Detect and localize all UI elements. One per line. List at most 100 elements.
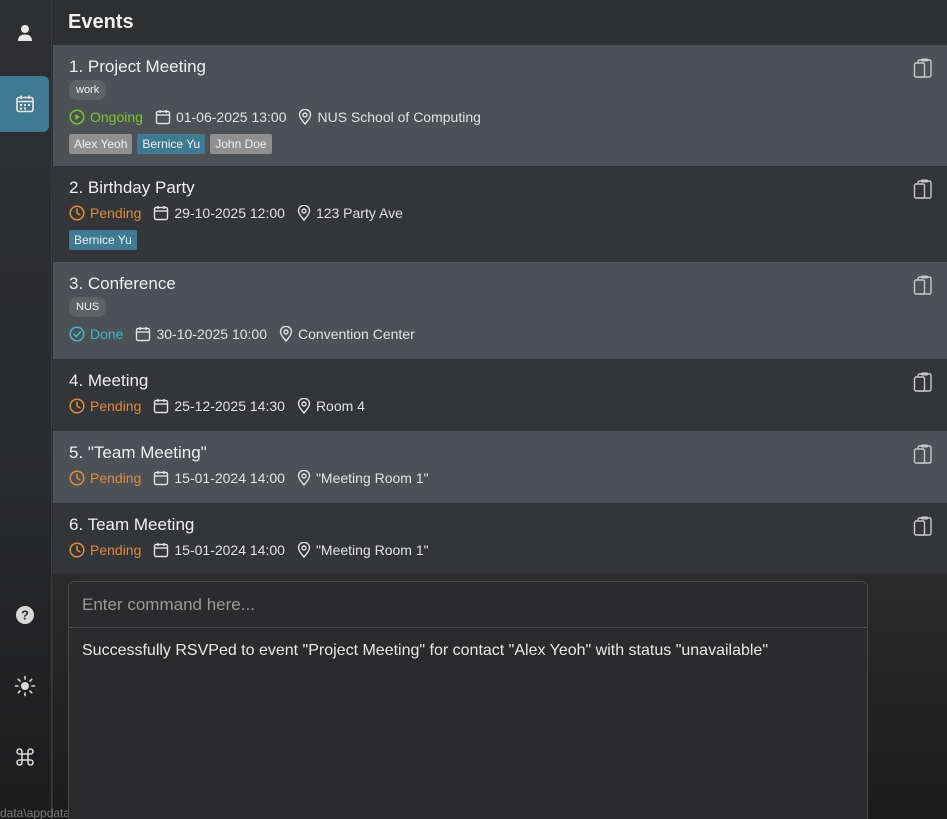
datetime-text: 15-01-2024 14:00 — [174, 470, 285, 486]
location-text: 123 Party Ave — [315, 205, 403, 221]
sidebar-item-commands[interactable] — [0, 729, 49, 785]
event-tags: NUS — [69, 297, 107, 317]
event-title: 4. Meeting — [69, 371, 149, 390]
play-circle-icon — [69, 109, 85, 125]
clipboard-icon[interactable] — [913, 178, 933, 200]
calendar-icon — [15, 95, 34, 113]
location-pin-icon — [297, 205, 311, 221]
attendee-chip[interactable]: John Doe — [210, 134, 272, 154]
attendee-chip[interactable]: Alex Yeoh — [69, 134, 133, 154]
event-card[interactable]: 6. Team Meeting Pending 15-01-2024 14:00… — [53, 503, 947, 575]
clipboard-icon[interactable] — [913, 515, 933, 537]
sidebar: ? — [0, 0, 52, 819]
event-datetime: 25-12-2025 14:30 — [153, 398, 285, 414]
location-text: Convention Center — [298, 326, 415, 342]
event-meta-row: Ongoing 01-06-2025 13:00 NUS School of C… — [69, 107, 493, 127]
event-location: Room 4 — [297, 398, 365, 414]
status-badge: Pending — [69, 470, 141, 486]
attendee-chip[interactable]: Bernice Yu — [137, 134, 206, 154]
calendar-icon — [136, 327, 151, 342]
datetime-text: 25-12-2025 14:30 — [174, 398, 285, 414]
event-datetime: 15-01-2024 14:00 — [153, 470, 285, 486]
location-pin-icon — [297, 470, 311, 486]
result-message: Successfully RSVPed to event "Project Me… — [82, 642, 768, 659]
event-list[interactable]: 1. Project Meeting work Ongoing 01-06-20… — [53, 45, 947, 575]
status-text: Pending — [90, 542, 142, 558]
event-tags: work — [69, 80, 107, 100]
clipboard-icon[interactable] — [913, 371, 933, 393]
datetime-text: 01-06-2025 13:00 — [175, 109, 287, 125]
datetime-text: 30-10-2025 10:00 — [156, 326, 268, 342]
status-text: Ongoing — [90, 109, 143, 125]
person-icon — [17, 25, 32, 41]
event-title: 3. Conference — [69, 274, 176, 293]
event-datetime: 29-10-2025 12:00 — [153, 205, 285, 221]
page-title: Events — [68, 11, 134, 33]
clipboard-icon[interactable] — [913, 274, 933, 296]
sidebar-item-theme[interactable] — [0, 658, 49, 714]
event-meta-row: Pending 15-01-2024 14:00 "Meeting Room 1… — [69, 540, 441, 560]
event-location: "Meeting Room 1" — [297, 470, 429, 486]
event-title: 5. "Team Meeting" — [69, 443, 207, 462]
event-location: "Meeting Room 1" — [297, 542, 429, 558]
event-location: Convention Center — [279, 326, 415, 342]
status-text: Done — [90, 326, 124, 342]
command-input[interactable] — [69, 582, 867, 628]
command-icon — [15, 748, 34, 766]
location-pin-icon — [299, 109, 312, 125]
location-pin-icon — [297, 542, 311, 558]
calendar-icon — [155, 110, 171, 125]
datetime-text: 29-10-2025 12:00 — [174, 205, 285, 221]
event-meta-row: Pending 29-10-2025 12:00 123 Party Ave — [69, 203, 415, 223]
calendar-icon — [154, 543, 169, 558]
datetime-text: 15-01-2024 14:00 — [174, 542, 285, 558]
status-badge: Pending — [69, 398, 141, 414]
status-bar-path: data\appdata — [0, 806, 68, 819]
event-card[interactable]: 3. Conference NUS Done 30-10-2025 10:00 … — [53, 262, 947, 359]
event-meta-row: Pending 15-01-2024 14:00 "Meeting Room 1… — [69, 468, 441, 488]
location-pin-icon — [297, 398, 311, 414]
clipboard-icon[interactable] — [913, 443, 933, 465]
event-meta-row: Pending 25-12-2025 14:30 Room 4 — [69, 396, 377, 416]
attendee-list: Bernice Yu — [69, 230, 142, 250]
clock-icon — [69, 205, 85, 221]
event-card[interactable]: 4. Meeting Pending 25-12-2025 14:30 Room… — [53, 359, 947, 431]
event-card[interactable]: 2. Birthday Party Pending 29-10-2025 12:… — [53, 166, 947, 262]
tag-badge: work — [69, 80, 107, 100]
status-text: Pending — [90, 470, 142, 486]
location-text: "Meeting Room 1" — [315, 542, 429, 558]
event-title: 1. Project Meeting — [69, 57, 207, 76]
sidebar-item-help[interactable]: ? — [0, 587, 49, 643]
help-icon: ? — [15, 606, 34, 624]
event-datetime: 01-06-2025 13:00 — [155, 109, 287, 125]
clock-icon — [69, 542, 85, 558]
sun-icon — [14, 675, 35, 697]
page-header: Events — [53, 0, 947, 45]
sidebar-item-contacts[interactable] — [0, 5, 49, 61]
event-card[interactable]: 1. Project Meeting work Ongoing 01-06-20… — [53, 45, 947, 166]
event-card[interactable]: 5. "Team Meeting" Pending 15-01-2024 14:… — [53, 431, 947, 503]
event-location: NUS School of Computing — [298, 109, 481, 125]
status-badge: Done — [69, 326, 123, 342]
status-badge: Pending — [69, 542, 141, 558]
check-circle-icon — [69, 326, 85, 342]
location-pin-icon — [279, 326, 293, 342]
event-datetime: 30-10-2025 10:00 — [135, 326, 267, 342]
location-text: Room 4 — [315, 398, 365, 414]
clipboard-icon[interactable] — [913, 57, 933, 79]
location-text: "Meeting Room 1" — [315, 470, 429, 486]
status-badge: Ongoing — [69, 109, 143, 125]
status-badge: Pending — [69, 205, 141, 221]
status-text: Pending — [90, 205, 142, 221]
svg-text:?: ? — [21, 608, 29, 623]
event-location: 123 Party Ave — [297, 205, 403, 221]
clock-icon — [69, 398, 85, 414]
event-meta-row: Done 30-10-2025 10:00 Convention Center — [69, 324, 427, 344]
location-text: NUS School of Computing — [317, 109, 481, 125]
attendee-chip[interactable]: Bernice Yu — [69, 230, 137, 250]
command-panel: Successfully RSVPed to event "Project Me… — [68, 581, 868, 819]
event-title: 2. Birthday Party — [69, 178, 195, 197]
event-datetime: 15-01-2024 14:00 — [153, 542, 285, 558]
sidebar-item-events[interactable] — [0, 76, 49, 132]
calendar-icon — [154, 399, 169, 414]
